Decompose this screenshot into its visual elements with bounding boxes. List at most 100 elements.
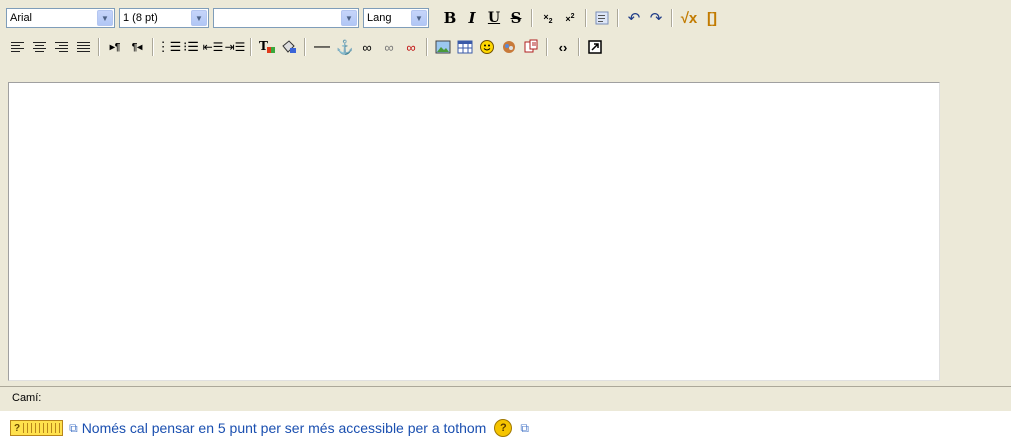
insert-link-button[interactable]: ∞ [356,36,378,58]
text-color-icon: T [259,39,275,53]
indent-icon: ⇥☰ [224,40,246,54]
word-paste-icon [595,11,609,25]
font-family-select[interactable]: Arial ▼ [6,8,115,28]
ltr-button[interactable]: ▸¶ [104,36,126,58]
nolink-button[interactable]: [] [701,7,723,29]
outdent-button[interactable]: ⇤☰ [202,36,224,58]
chevron-down-icon: ▼ [191,10,207,26]
smiley-icon [480,40,494,54]
equation-button[interactable]: √x [677,7,701,29]
ordered-list-icon: ⋮☰ [156,39,182,54]
subscript-button[interactable]: ×2 [537,7,559,29]
separator [546,38,548,56]
unordered-list-button[interactable]: ⁝☰ [180,36,202,58]
anchor-icon: ⚓ [336,38,354,55]
indent-button[interactable]: ⇥☰ [224,36,246,58]
external-link-icon: ⧉ [69,420,78,435]
horizontal-rule-button[interactable]: — [310,36,334,58]
align-left-button[interactable] [6,36,28,58]
align-left-icon [10,42,24,52]
heading-select[interactable]: ▼ [213,8,359,28]
broken-link-icon: ∞ [406,39,416,55]
editor-footer: ? ⧉ Només cal pensar en 5 punt per ser m… [10,418,533,438]
paint-bucket-icon [282,40,296,53]
separator [98,38,100,56]
outdent-icon: ⇤☰ [202,40,224,54]
text-color-button[interactable]: T [256,36,278,58]
bold-icon: B [443,9,457,27]
redo-icon: ↷ [649,10,663,27]
italic-icon: I [468,9,476,27]
strikethrough-icon: S [510,9,522,27]
html-editor: Arial ▼ 1 (8 pt) ▼ ▼ Lang ▼ B I U S ×2 ×… [0,0,1011,411]
insert-smiley-button[interactable] [476,36,498,58]
html-source-button[interactable]: ‹› [552,36,574,58]
path-label: Camí: [12,392,42,404]
external-link-icon: ⧉ [520,420,529,435]
insert-image-button[interactable] [432,36,454,58]
separator [304,38,306,56]
ordered-list-button[interactable]: ⋮☰ [156,36,182,58]
special-char-icon [503,41,515,53]
chevron-down-icon: ▼ [97,10,113,26]
align-right-icon [54,42,68,52]
background-color-button[interactable] [278,36,300,58]
path-bar: Camí: [0,386,1011,411]
insert-char-button[interactable] [498,36,520,58]
font-size-select[interactable]: 1 (8 pt) ▼ [119,8,209,28]
editor-text-area[interactable] [8,82,940,381]
unordered-list-icon: ⁝☰ [183,39,199,54]
paste-word-button[interactable] [591,7,613,29]
square-root-icon: √x [680,9,698,27]
strikethrough-button[interactable]: S [505,7,527,29]
keyboard-icon [23,423,61,433]
horizontal-rule-icon: — [314,38,330,55]
redo-button[interactable]: ↷ [645,7,667,29]
chevron-down-icon: ▼ [341,10,357,26]
separator [671,9,673,27]
search-replace-icon [524,39,538,53]
link-icon: ∞ [362,39,372,55]
insert-table-button[interactable] [454,36,476,58]
superscript-button[interactable]: ×2 [559,7,581,29]
table-icon [457,40,473,54]
separator [578,38,580,56]
anchor-button[interactable]: ⚓ [334,36,356,58]
accessibility-link[interactable]: Només cal pensar en 5 punt per ser més a… [82,420,487,436]
unlink-button[interactable]: ∞ [378,36,400,58]
unlink-icon: ∞ [384,39,394,55]
align-center-button[interactable] [28,36,50,58]
ltr-icon: ▸¶ [109,41,121,53]
svg-text:T: T [259,39,268,53]
keyboard-help-button[interactable]: ? [10,420,64,436]
brackets-icon: [] [707,9,717,27]
separator [152,38,154,56]
font-family-value: Arial [10,12,33,24]
align-justify-button[interactable] [72,36,94,58]
lang-select[interactable]: Lang ▼ [363,8,429,28]
lang-value: Lang [367,12,392,24]
subscript-icon: ×2 [543,11,553,25]
superscript-icon: ×2 [565,12,575,24]
nolink-link-button[interactable]: ∞ [400,36,422,58]
search-replace-button[interactable] [520,36,542,58]
bold-button[interactable]: B [439,7,461,29]
italic-button[interactable]: I [461,7,483,29]
align-right-button[interactable] [50,36,72,58]
toolbar-row-2: ▸¶ ¶◂ ⋮☰ ⁝☰ ⇤☰ ⇥☰ T — ⚓ ∞ ∞ ∞ ‹› [6,34,606,60]
chevron-down-icon: ▼ [411,10,427,26]
font-size-value: 1 (8 pt) [123,12,158,24]
fullscreen-button[interactable] [584,36,606,58]
image-icon [435,40,451,54]
align-center-icon [32,42,46,52]
separator [250,38,252,56]
keyboard-help-label: ? [14,422,21,434]
rtl-button[interactable]: ¶◂ [126,36,148,58]
help-button[interactable]: ? [494,419,513,437]
fullscreen-icon [588,40,602,54]
code-icon: ‹› [558,39,568,55]
undo-icon: ↶ [627,10,641,27]
undo-button[interactable]: ↶ [623,7,645,29]
rtl-icon: ¶◂ [131,41,143,53]
underline-button[interactable]: U [483,7,505,29]
